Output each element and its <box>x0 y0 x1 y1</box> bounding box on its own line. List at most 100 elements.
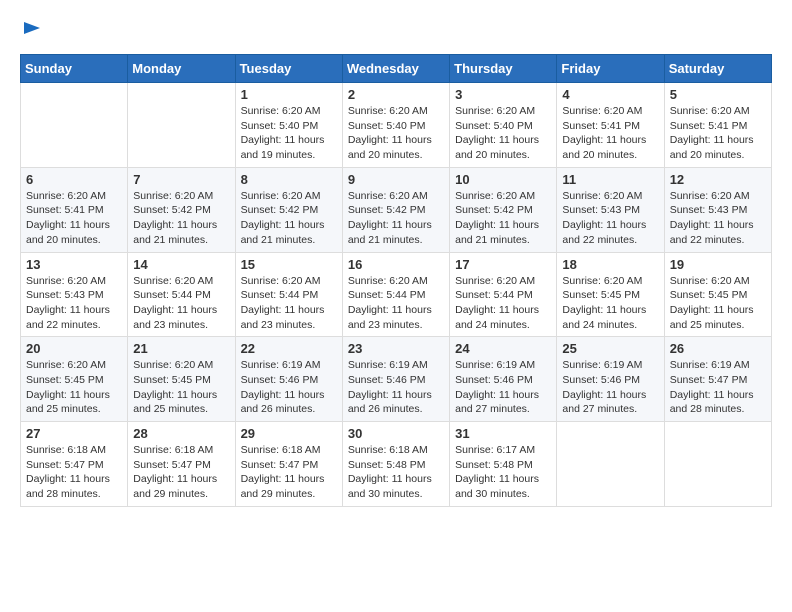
calendar-cell: 21Sunrise: 6:20 AM Sunset: 5:45 PM Dayli… <box>128 337 235 422</box>
calendar-cell: 15 Sunrise: 6:20 AM Sunset: 5:44 PM Dayli… <box>235 252 342 337</box>
day-detail: Sunrise: 6:20 AM Sunset: 5:42 PM Dayligh… <box>455 189 551 248</box>
calendar-cell: 29 Sunrise: 6:18 AM Sunset: 5:47 PM Dayli… <box>235 422 342 507</box>
calendar-cell: 9Sunrise: 6:20 AM Sunset: 5:42 PM Daylig… <box>342 167 449 252</box>
calendar-cell: 11Sunrise: 6:20 AM Sunset: 5:43 PM Dayli… <box>557 167 664 252</box>
calendar-cell: 24 Sunrise: 6:19 AM Sunset: 5:46 PM Dayli… <box>450 337 557 422</box>
calendar-day-header: Thursday <box>450 55 557 83</box>
calendar-cell: 10 Sunrise: 6:20 AM Sunset: 5:42 PM Dayli… <box>450 167 557 252</box>
day-number: 16 <box>348 257 444 272</box>
calendar-cell: 18 Sunrise: 6:20 AM Sunset: 5:45 PM Dayli… <box>557 252 664 337</box>
calendar-cell: 23 Sunrise: 6:19 AM Sunset: 5:46 PM Dayli… <box>342 337 449 422</box>
day-number: 2 <box>348 87 444 102</box>
day-detail: Sunrise: 6:19 AM Sunset: 5:47 PM Dayligh… <box>670 358 766 417</box>
calendar-cell: 19 Sunrise: 6:20 AM Sunset: 5:45 PM Dayli… <box>664 252 771 337</box>
day-number: 17 <box>455 257 551 272</box>
day-detail: Sunrise: 6:20 AM Sunset: 5:41 PM Dayligh… <box>26 189 122 248</box>
day-detail: Sunrise: 6:20 AM Sunset: 5:42 PM Dayligh… <box>348 189 444 248</box>
calendar-day-header: Saturday <box>664 55 771 83</box>
day-detail: Sunrise: 6:20 AM Sunset: 5:44 PM Dayligh… <box>241 274 337 333</box>
day-detail: Sunrise: 6:17 AM Sunset: 5:48 PM Dayligh… <box>455 443 551 502</box>
day-number: 19 <box>670 257 766 272</box>
calendar-cell: 25Sunrise: 6:19 AM Sunset: 5:46 PM Dayli… <box>557 337 664 422</box>
calendar-cell: 30 Sunrise: 6:18 AM Sunset: 5:48 PM Dayli… <box>342 422 449 507</box>
day-number: 13 <box>26 257 122 272</box>
day-number: 24 <box>455 341 551 356</box>
day-detail: Sunrise: 6:20 AM Sunset: 5:40 PM Dayligh… <box>241 104 337 163</box>
day-number: 15 <box>241 257 337 272</box>
calendar-cell <box>128 83 235 168</box>
day-number: 28 <box>133 426 229 441</box>
day-number: 8 <box>241 172 337 187</box>
day-number: 23 <box>348 341 444 356</box>
day-number: 31 <box>455 426 551 441</box>
day-number: 11 <box>562 172 658 187</box>
day-detail: Sunrise: 6:19 AM Sunset: 5:46 PM Dayligh… <box>348 358 444 417</box>
day-detail: Sunrise: 6:20 AM Sunset: 5:40 PM Dayligh… <box>455 104 551 163</box>
day-detail: Sunrise: 6:20 AM Sunset: 5:45 PM Dayligh… <box>26 358 122 417</box>
calendar-day-header: Sunday <box>21 55 128 83</box>
day-number: 26 <box>670 341 766 356</box>
calendar-cell: 26 Sunrise: 6:19 AM Sunset: 5:47 PM Dayli… <box>664 337 771 422</box>
day-number: 22 <box>241 341 337 356</box>
calendar-cell: 13 Sunrise: 6:20 AM Sunset: 5:43 PM Dayli… <box>21 252 128 337</box>
calendar-day-header: Friday <box>557 55 664 83</box>
day-detail: Sunrise: 6:20 AM Sunset: 5:40 PM Dayligh… <box>348 104 444 163</box>
day-number: 20 <box>26 341 122 356</box>
calendar-cell: 1 Sunrise: 6:20 AM Sunset: 5:40 PM Daylig… <box>235 83 342 168</box>
calendar-cell: 28 Sunrise: 6:18 AM Sunset: 5:47 PM Dayli… <box>128 422 235 507</box>
day-detail: Sunrise: 6:18 AM Sunset: 5:48 PM Dayligh… <box>348 443 444 502</box>
day-detail: Sunrise: 6:20 AM Sunset: 5:44 PM Dayligh… <box>133 274 229 333</box>
day-detail: Sunrise: 6:18 AM Sunset: 5:47 PM Dayligh… <box>241 443 337 502</box>
day-detail: Sunrise: 6:20 AM Sunset: 5:45 PM Dayligh… <box>562 274 658 333</box>
day-detail: Sunrise: 6:20 AM Sunset: 5:44 PM Dayligh… <box>455 274 551 333</box>
calendar-cell: 2 Sunrise: 6:20 AM Sunset: 5:40 PM Daylig… <box>342 83 449 168</box>
calendar-cell: 12Sunrise: 6:20 AM Sunset: 5:43 PM Dayli… <box>664 167 771 252</box>
day-detail: Sunrise: 6:20 AM Sunset: 5:43 PM Dayligh… <box>26 274 122 333</box>
calendar-day-header: Monday <box>128 55 235 83</box>
calendar-cell: 31 Sunrise: 6:17 AM Sunset: 5:48 PM Dayli… <box>450 422 557 507</box>
day-number: 27 <box>26 426 122 441</box>
calendar-cell: 8 Sunrise: 6:20 AM Sunset: 5:42 PM Daylig… <box>235 167 342 252</box>
page-header <box>20 20 772 44</box>
day-detail: Sunrise: 6:20 AM Sunset: 5:44 PM Dayligh… <box>348 274 444 333</box>
day-number: 14 <box>133 257 229 272</box>
calendar-day-header: Tuesday <box>235 55 342 83</box>
day-number: 1 <box>241 87 337 102</box>
day-number: 5 <box>670 87 766 102</box>
calendar-day-header: Wednesday <box>342 55 449 83</box>
calendar-cell: 22 Sunrise: 6:19 AM Sunset: 5:46 PM Dayli… <box>235 337 342 422</box>
calendar-cell: 4Sunrise: 6:20 AM Sunset: 5:41 PM Daylig… <box>557 83 664 168</box>
day-detail: Sunrise: 6:20 AM Sunset: 5:41 PM Dayligh… <box>670 104 766 163</box>
calendar-cell <box>21 83 128 168</box>
day-number: 10 <box>455 172 551 187</box>
calendar-cell: 7Sunrise: 6:20 AM Sunset: 5:42 PM Daylig… <box>128 167 235 252</box>
day-detail: Sunrise: 6:19 AM Sunset: 5:46 PM Dayligh… <box>455 358 551 417</box>
calendar-week-row: 20 Sunrise: 6:20 AM Sunset: 5:45 PM Dayli… <box>21 337 772 422</box>
day-detail: Sunrise: 6:18 AM Sunset: 5:47 PM Dayligh… <box>133 443 229 502</box>
day-detail: Sunrise: 6:20 AM Sunset: 5:42 PM Dayligh… <box>133 189 229 248</box>
calendar-week-row: 13 Sunrise: 6:20 AM Sunset: 5:43 PM Dayli… <box>21 252 772 337</box>
calendar-cell: 14 Sunrise: 6:20 AM Sunset: 5:44 PM Dayli… <box>128 252 235 337</box>
day-number: 21 <box>133 341 229 356</box>
day-number: 29 <box>241 426 337 441</box>
day-detail: Sunrise: 6:18 AM Sunset: 5:47 PM Dayligh… <box>26 443 122 502</box>
day-number: 3 <box>455 87 551 102</box>
day-detail: Sunrise: 6:20 AM Sunset: 5:41 PM Dayligh… <box>562 104 658 163</box>
day-number: 18 <box>562 257 658 272</box>
day-number: 6 <box>26 172 122 187</box>
day-number: 12 <box>670 172 766 187</box>
calendar-table: SundayMondayTuesdayWednesdayThursdayFrid… <box>20 54 772 507</box>
day-detail: Sunrise: 6:19 AM Sunset: 5:46 PM Dayligh… <box>241 358 337 417</box>
logo-flag-icon <box>22 20 42 40</box>
calendar-cell: 20 Sunrise: 6:20 AM Sunset: 5:45 PM Dayli… <box>21 337 128 422</box>
calendar-cell: 6 Sunrise: 6:20 AM Sunset: 5:41 PM Daylig… <box>21 167 128 252</box>
calendar-cell <box>557 422 664 507</box>
calendar-cell: 17 Sunrise: 6:20 AM Sunset: 5:44 PM Dayli… <box>450 252 557 337</box>
calendar-week-row: 6 Sunrise: 6:20 AM Sunset: 5:41 PM Daylig… <box>21 167 772 252</box>
day-detail: Sunrise: 6:20 AM Sunset: 5:42 PM Dayligh… <box>241 189 337 248</box>
calendar-header-row: SundayMondayTuesdayWednesdayThursdayFrid… <box>21 55 772 83</box>
calendar-cell: 27 Sunrise: 6:18 AM Sunset: 5:47 PM Dayli… <box>21 422 128 507</box>
day-number: 30 <box>348 426 444 441</box>
day-detail: Sunrise: 6:20 AM Sunset: 5:45 PM Dayligh… <box>670 274 766 333</box>
calendar-cell: 5 Sunrise: 6:20 AM Sunset: 5:41 PM Daylig… <box>664 83 771 168</box>
